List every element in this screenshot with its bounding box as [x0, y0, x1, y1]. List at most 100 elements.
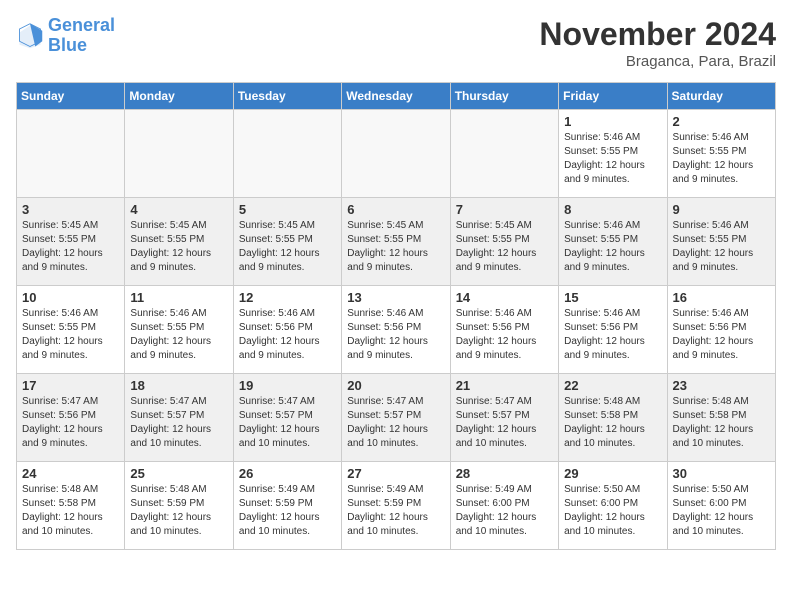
day-info: Sunrise: 5:45 AM Sunset: 5:55 PM Dayligh…	[130, 219, 227, 275]
day-info: Sunrise: 5:47 AM Sunset: 5:57 PM Dayligh…	[239, 395, 336, 451]
calendar-cell: 25Sunrise: 5:48 AM Sunset: 5:59 PM Dayli…	[125, 462, 233, 550]
day-info: Sunrise: 5:46 AM Sunset: 5:55 PM Dayligh…	[564, 219, 661, 275]
calendar-cell: 14Sunrise: 5:46 AM Sunset: 5:56 PM Dayli…	[450, 286, 558, 374]
day-number: 7	[456, 202, 553, 217]
calendar-cell: 12Sunrise: 5:46 AM Sunset: 5:56 PM Dayli…	[233, 286, 341, 374]
calendar-cell: 24 Sunrise: 5:48 AM Sunset: 5:58 PM Dayli…	[17, 462, 125, 550]
day-number: 5	[239, 202, 336, 217]
calendar-cell	[125, 110, 233, 198]
day-info: Sunrise: 5:50 AM Sunset: 6:00 PM Dayligh…	[564, 483, 661, 539]
calendar-cell: 6 Sunrise: 5:45 AM Sunset: 5:55 PM Daylig…	[342, 198, 450, 286]
day-number: 2	[673, 114, 770, 129]
logo: General Blue	[16, 16, 115, 56]
day-number: 3	[22, 202, 119, 217]
day-number: 30	[673, 466, 770, 481]
day-number: 29	[564, 466, 661, 481]
calendar-cell	[342, 110, 450, 198]
calendar-body: 1 Sunrise: 5:46 AM Sunset: 5:55 PM Daylig…	[17, 110, 776, 550]
calendar-cell: 5 Sunrise: 5:45 AM Sunset: 5:55 PM Daylig…	[233, 198, 341, 286]
calendar-cell: 13 Sunrise: 5:46 AM Sunset: 5:56 PM Dayli…	[342, 286, 450, 374]
day-number: 9	[673, 202, 770, 217]
day-info: Sunrise: 5:48 AM Sunset: 5:58 PM Dayligh…	[22, 483, 119, 539]
day-info: Sunrise: 5:46 AM Sunset: 5:55 PM Dayligh…	[22, 307, 119, 363]
day-info: Sunrise: 5:49 AM Sunset: 5:59 PM Dayligh…	[347, 483, 444, 539]
day-info: Sunrise: 5:46 AM Sunset: 5:55 PM Dayligh…	[564, 131, 661, 187]
day-number: 17	[22, 378, 119, 393]
month-title: November 2024	[539, 16, 776, 53]
day-number: 8	[564, 202, 661, 217]
day-number: 11	[130, 290, 227, 305]
calendar-table: SundayMondayTuesdayWednesdayThursdayFrid…	[16, 82, 776, 550]
day-number: 26	[239, 466, 336, 481]
logo-icon	[16, 22, 44, 50]
calendar-week: 24 Sunrise: 5:48 AM Sunset: 5:58 PM Dayli…	[17, 462, 776, 550]
weekday-header: Tuesday	[233, 83, 341, 110]
calendar-cell: 18 Sunrise: 5:47 AM Sunset: 5:57 PM Dayli…	[125, 374, 233, 462]
day-number: 15	[564, 290, 661, 305]
day-number: 12	[239, 290, 336, 305]
calendar-cell: 3 Sunrise: 5:45 AM Sunset: 5:55 PM Daylig…	[17, 198, 125, 286]
day-info: Sunrise: 5:48 AM Sunset: 5:59 PM Dayligh…	[130, 483, 227, 539]
day-number: 1	[564, 114, 661, 129]
day-number: 22	[564, 378, 661, 393]
day-info: Sunrise: 5:48 AM Sunset: 5:58 PM Dayligh…	[564, 395, 661, 451]
day-info: Sunrise: 5:45 AM Sunset: 5:55 PM Dayligh…	[456, 219, 553, 275]
day-number: 24	[22, 466, 119, 481]
calendar-cell	[233, 110, 341, 198]
calendar-cell: 8 Sunrise: 5:46 AM Sunset: 5:55 PM Daylig…	[559, 198, 667, 286]
weekday-header: Sunday	[17, 83, 125, 110]
day-number: 20	[347, 378, 444, 393]
day-info: Sunrise: 5:49 AM Sunset: 5:59 PM Dayligh…	[239, 483, 336, 539]
day-number: 28	[456, 466, 553, 481]
calendar-cell: 26 Sunrise: 5:49 AM Sunset: 5:59 PM Dayli…	[233, 462, 341, 550]
day-info: Sunrise: 5:47 AM Sunset: 5:56 PM Dayligh…	[22, 395, 119, 451]
weekday-header: Thursday	[450, 83, 558, 110]
day-info: Sunrise: 5:46 AM Sunset: 5:55 PM Dayligh…	[673, 219, 770, 275]
day-number: 23	[673, 378, 770, 393]
calendar-cell: 22 Sunrise: 5:48 AM Sunset: 5:58 PM Dayli…	[559, 374, 667, 462]
day-info: Sunrise: 5:46 AM Sunset: 5:55 PM Dayligh…	[673, 131, 770, 187]
calendar-cell: 11 Sunrise: 5:46 AM Sunset: 5:55 PM Dayli…	[125, 286, 233, 374]
day-number: 21	[456, 378, 553, 393]
calendar-cell: 2 Sunrise: 5:46 AM Sunset: 5:55 PM Daylig…	[667, 110, 775, 198]
weekday-header: Friday	[559, 83, 667, 110]
day-info: Sunrise: 5:46 AM Sunset: 5:55 PM Dayligh…	[130, 307, 227, 363]
day-info: Sunrise: 5:46 AM Sunset: 5:56 PM Dayligh…	[347, 307, 444, 363]
calendar-cell: 27 Sunrise: 5:49 AM Sunset: 5:59 PM Dayli…	[342, 462, 450, 550]
logo-text: General Blue	[48, 16, 115, 56]
location: Braganca, Para, Brazil	[539, 53, 776, 70]
day-info: Sunrise: 5:46 AM Sunset: 5:56 PM Dayligh…	[673, 307, 770, 363]
day-number: 6	[347, 202, 444, 217]
day-info: Sunrise: 5:47 AM Sunset: 5:57 PM Dayligh…	[130, 395, 227, 451]
calendar-cell: 29 Sunrise: 5:50 AM Sunset: 6:00 PM Dayli…	[559, 462, 667, 550]
page-header: General Blue November 2024 Braganca, Par…	[16, 16, 776, 70]
calendar-week: 17 Sunrise: 5:47 AM Sunset: 5:56 PM Dayli…	[17, 374, 776, 462]
calendar-cell: 1 Sunrise: 5:46 AM Sunset: 5:55 PM Daylig…	[559, 110, 667, 198]
day-number: 4	[130, 202, 227, 217]
weekday-header: Saturday	[667, 83, 775, 110]
weekday-header: Monday	[125, 83, 233, 110]
calendar-cell: 15Sunrise: 5:46 AM Sunset: 5:56 PM Dayli…	[559, 286, 667, 374]
calendar-cell: 17 Sunrise: 5:47 AM Sunset: 5:56 PM Dayli…	[17, 374, 125, 462]
day-info: Sunrise: 5:45 AM Sunset: 5:55 PM Dayligh…	[239, 219, 336, 275]
calendar-cell	[450, 110, 558, 198]
day-number: 13	[347, 290, 444, 305]
day-number: 18	[130, 378, 227, 393]
day-info: Sunrise: 5:45 AM Sunset: 5:55 PM Dayligh…	[347, 219, 444, 275]
calendar-cell: 16Sunrise: 5:46 AM Sunset: 5:56 PM Dayli…	[667, 286, 775, 374]
calendar-week: 1 Sunrise: 5:46 AM Sunset: 5:55 PM Daylig…	[17, 110, 776, 198]
calendar-cell: 7 Sunrise: 5:45 AM Sunset: 5:55 PM Daylig…	[450, 198, 558, 286]
day-info: Sunrise: 5:50 AM Sunset: 6:00 PM Dayligh…	[673, 483, 770, 539]
calendar-week: 3 Sunrise: 5:45 AM Sunset: 5:55 PM Daylig…	[17, 198, 776, 286]
day-number: 10	[22, 290, 119, 305]
calendar-cell: 20 Sunrise: 5:47 AM Sunset: 5:57 PM Dayli…	[342, 374, 450, 462]
day-number: 27	[347, 466, 444, 481]
day-info: Sunrise: 5:45 AM Sunset: 5:55 PM Dayligh…	[22, 219, 119, 275]
day-info: Sunrise: 5:48 AM Sunset: 5:58 PM Dayligh…	[673, 395, 770, 451]
day-number: 19	[239, 378, 336, 393]
weekday-header: Wednesday	[342, 83, 450, 110]
day-info: Sunrise: 5:49 AM Sunset: 6:00 PM Dayligh…	[456, 483, 553, 539]
day-info: Sunrise: 5:47 AM Sunset: 5:57 PM Dayligh…	[347, 395, 444, 451]
day-info: Sunrise: 5:46 AM Sunset: 5:56 PM Dayligh…	[456, 307, 553, 363]
calendar-cell	[17, 110, 125, 198]
